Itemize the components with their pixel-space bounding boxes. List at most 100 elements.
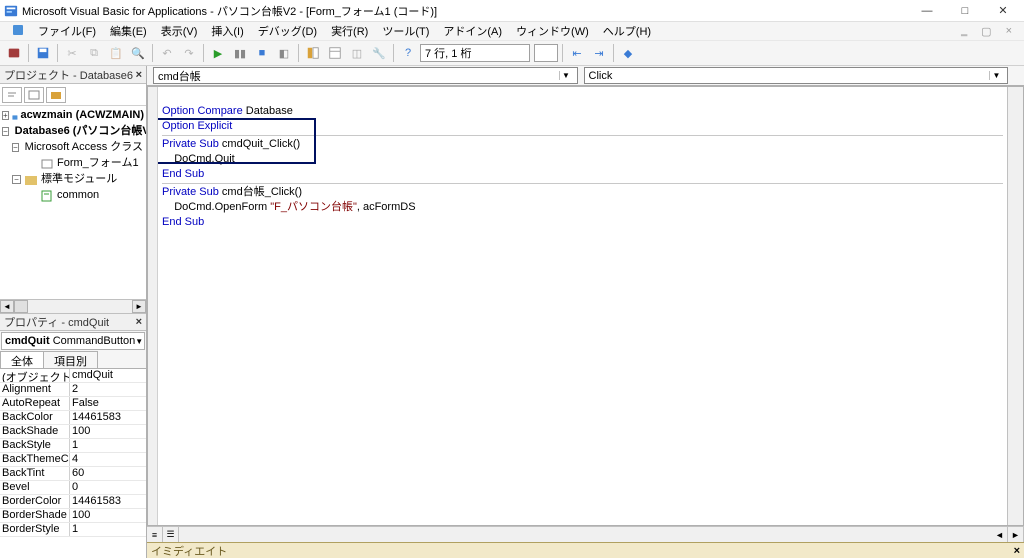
properties-title: プロパティ - cmdQuit — [4, 314, 109, 330]
runbox-dropdown[interactable] — [534, 44, 558, 62]
undo-icon[interactable]: ↶ — [157, 43, 177, 63]
property-row[interactable]: BackStyle1 — [0, 439, 146, 453]
paste-icon[interactable]: 📋 — [106, 43, 126, 63]
property-row[interactable]: BorderShade100 — [0, 509, 146, 523]
design-icon[interactable]: ◧ — [274, 43, 294, 63]
property-name: BackStyle — [0, 439, 70, 452]
property-value[interactable]: 14461583 — [70, 495, 146, 508]
property-value[interactable]: 4 — [70, 453, 146, 466]
property-value[interactable]: 1 — [70, 439, 146, 452]
menu-addins[interactable]: アドイン(A) — [437, 22, 508, 40]
run-icon[interactable]: ▶ — [208, 43, 228, 63]
property-row[interactable]: BackColor14461583 — [0, 411, 146, 425]
immediate-window-header[interactable]: イミディエイト × — [147, 542, 1024, 558]
cut-icon[interactable]: ✂ — [62, 43, 82, 63]
project-tree[interactable]: +acwzmain (ACWZMAIN) −Database6 (パソコン台帳V… — [0, 106, 146, 299]
property-row[interactable]: Alignment2 — [0, 383, 146, 397]
mdi-restore[interactable]: ▢ — [975, 24, 997, 39]
menu-run[interactable]: 実行(R) — [325, 22, 374, 40]
property-name: (オブジェクト名) — [0, 369, 70, 382]
property-row[interactable]: BackShade100 — [0, 425, 146, 439]
object-combo[interactable]: cmd台帳▼ — [153, 67, 578, 84]
menu-debug[interactable]: デバッグ(D) — [252, 22, 323, 40]
property-name: BackThemeColorIn — [0, 453, 70, 466]
property-value[interactable]: 2 — [70, 383, 146, 396]
tree-node-form1[interactable]: Form_フォーム1 — [57, 156, 139, 172]
tree-node-db6[interactable]: Database6 (パソコン台帳V2) — [15, 124, 146, 140]
property-row[interactable]: BorderColor14461583 — [0, 495, 146, 509]
menubar: ファイル(F) 編集(E) 表示(V) 挿入(I) デバッグ(D) 実行(R) … — [0, 22, 1024, 40]
outdent-icon[interactable]: ⇥ — [589, 43, 609, 63]
save-icon[interactable] — [33, 43, 53, 63]
properties-grid[interactable]: (オブジェクト名)cmdQuitAlignment2AutoRepeatFals… — [0, 369, 146, 558]
property-value[interactable]: cmdQuit — [70, 369, 146, 382]
tree-node-acwzmain[interactable]: acwzmain (ACWZMAIN) — [21, 108, 144, 124]
titlebar: Microsoft Visual Basic for Applications … — [0, 0, 1024, 22]
menu-insert[interactable]: 挿入(I) — [205, 22, 249, 40]
property-value[interactable]: 100 — [70, 425, 146, 438]
window-title: Microsoft Visual Basic for Applications … — [22, 3, 910, 19]
minimize-button[interactable]: ― — [910, 2, 944, 20]
object-browser-icon[interactable]: ◫ — [347, 43, 367, 63]
property-value[interactable]: 0 — [70, 481, 146, 494]
property-row[interactable]: AutoRepeatFalse — [0, 397, 146, 411]
property-row[interactable]: Bevel0 — [0, 481, 146, 495]
property-row[interactable]: (オブジェクト名)cmdQuit — [0, 369, 146, 383]
menu-view[interactable]: 表示(V) — [155, 22, 204, 40]
toolbox-icon[interactable]: 🔧 — [369, 43, 389, 63]
break-icon[interactable]: ▮▮ — [230, 43, 250, 63]
tree-node-common[interactable]: common — [57, 188, 99, 204]
project-explorer-close[interactable]: × — [136, 69, 142, 81]
find-icon[interactable]: 🔍 — [128, 43, 148, 63]
hscroll-left[interactable]: ◄ — [992, 527, 1008, 542]
code-editor[interactable]: Option Compare Database Option Explicit … — [158, 87, 1007, 525]
mdi-close[interactable]: × — [1000, 24, 1018, 38]
property-value[interactable]: 100 — [70, 509, 146, 522]
menu-edit[interactable]: 編集(E) — [104, 22, 153, 40]
property-value[interactable]: False — [70, 397, 146, 410]
reset-icon[interactable]: ■ — [252, 43, 272, 63]
redo-icon[interactable]: ↷ — [179, 43, 199, 63]
tree-node-access[interactable]: Microsoft Access クラス オブジェ — [25, 140, 146, 156]
properties-object-selector[interactable]: cmdQuit CommandButton ▼ — [1, 332, 145, 350]
menu-window[interactable]: ウィンドウ(W) — [510, 22, 595, 40]
view-object-button[interactable] — [24, 87, 44, 103]
code-vscroll[interactable] — [1007, 87, 1023, 525]
indent-icon[interactable]: ⇤ — [567, 43, 587, 63]
property-row[interactable]: BackTint60 — [0, 467, 146, 481]
bookmark-icon[interactable]: ◆ — [618, 43, 638, 63]
copy-icon[interactable]: ⧉ — [84, 43, 104, 63]
properties-tab-all[interactable]: 全体 — [0, 351, 44, 368]
properties-close[interactable]: × — [136, 316, 142, 328]
toggle-folders-button[interactable] — [46, 87, 66, 103]
properties-icon[interactable] — [325, 43, 345, 63]
property-value[interactable]: 60 — [70, 467, 146, 480]
project-hscroll[interactable]: ◄► — [0, 299, 146, 313]
procedure-combo[interactable]: Click▼ — [584, 67, 1009, 84]
help-icon[interactable]: ? — [398, 43, 418, 63]
immediate-close[interactable]: × — [1014, 545, 1020, 557]
immediate-label: イミディエイト — [151, 543, 227, 559]
property-row[interactable]: BorderStyle1 — [0, 523, 146, 537]
property-value[interactable]: 1 — [70, 523, 146, 536]
project-explorer-icon[interactable] — [303, 43, 323, 63]
proc-view-button[interactable]: ≡ — [147, 527, 163, 542]
menu-file[interactable]: ファイル(F) — [32, 22, 102, 40]
code-window: cmd台帳▼ Click▼ Option Compare Database Op… — [147, 66, 1024, 558]
full-view-button[interactable]: ☰ — [163, 527, 179, 542]
property-value[interactable]: 14461583 — [70, 411, 146, 424]
close-button[interactable]: ✕ — [986, 2, 1020, 20]
hscroll-right[interactable]: ► — [1008, 527, 1024, 542]
view-access-icon[interactable] — [4, 43, 24, 63]
property-row[interactable]: BackThemeColorIn4 — [0, 453, 146, 467]
project-explorer-header: プロジェクト - Database6 × — [0, 66, 146, 84]
property-name: BackShade — [0, 425, 70, 438]
maximize-button[interactable]: □ — [948, 2, 982, 20]
menu-help[interactable]: ヘルプ(H) — [597, 22, 657, 40]
properties-tab-category[interactable]: 項目別 — [43, 351, 98, 368]
properties-header: プロパティ - cmdQuit × — [0, 313, 146, 331]
view-code-button[interactable] — [2, 87, 22, 103]
menu-tools[interactable]: ツール(T) — [376, 22, 435, 40]
tree-node-modules[interactable]: 標準モジュール — [41, 172, 117, 188]
menu-file-icon[interactable] — [6, 23, 30, 40]
